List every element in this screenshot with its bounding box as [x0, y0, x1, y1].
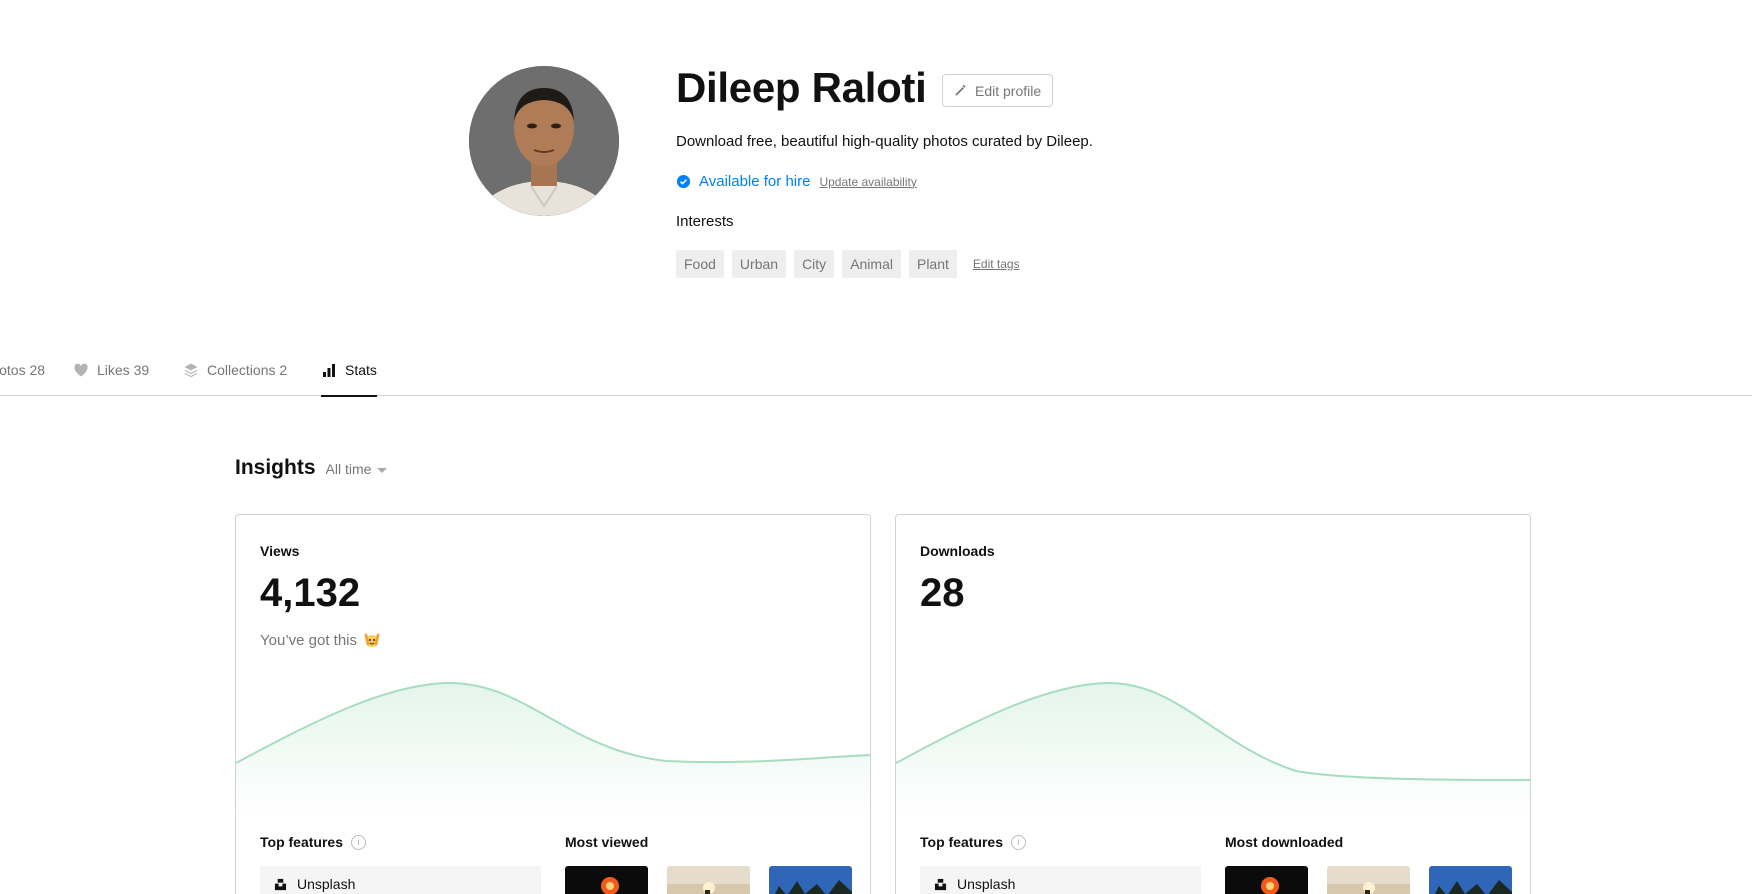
tab-likes-label: Likes 39	[97, 362, 150, 378]
update-availability-link[interactable]: Update availability	[819, 175, 916, 189]
downloads-trend-area	[896, 682, 1530, 815]
views-top-features-title: Top features i	[260, 834, 366, 850]
views-feature-label: Unsplash	[297, 876, 356, 892]
downloads-card: Downloads 28 Top features i Unsplash Mos…	[895, 514, 1531, 894]
thumbnail-sunset-figure[interactable]	[667, 866, 750, 894]
downloads-top-features-label: Top features	[920, 834, 1003, 850]
check-circle-icon	[676, 174, 691, 189]
views-note-text: You’ve got this	[260, 631, 358, 649]
thumbnail-sunset-figure[interactable]	[1327, 866, 1410, 894]
downloads-top-features-title: Top features i	[920, 834, 1026, 850]
info-icon[interactable]: i	[350, 834, 366, 850]
layers-icon	[184, 363, 198, 378]
tab-likes[interactable]: Likes 39	[73, 352, 149, 396]
bar-chart-icon	[323, 363, 335, 377]
views-feature-item[interactable]: Unsplash	[260, 866, 541, 894]
downloads-trend-chart	[896, 681, 1530, 815]
tab-photos[interactable]: Photos 28	[0, 352, 45, 396]
profile-tabs: Photos 28 Likes 39 Collections 2 Stats	[0, 352, 1752, 397]
tab-photos-label: Photos 28	[0, 362, 46, 378]
views-trend-chart	[236, 681, 870, 815]
most-downloaded-label: Most downloaded	[1225, 834, 1344, 850]
edit-tags-link[interactable]: Edit tags	[973, 257, 1020, 271]
tag-animal[interactable]: Animal	[842, 250, 901, 278]
time-range-label: All time	[325, 461, 372, 477]
hire-status: Available for hire Update availability	[676, 173, 917, 190]
hire-label: Available for hire	[699, 173, 811, 190]
unsplash-logo-icon	[934, 878, 947, 890]
profile-name: Dileep Raloti	[676, 64, 927, 111]
views-card: Views 4,132 You’ve got this Top features…	[235, 514, 871, 894]
raised-hands-emoji-icon	[364, 633, 380, 647]
edit-profile-label: Edit profile	[975, 82, 1042, 99]
views-value: 4,132	[260, 571, 361, 615]
unsplash-logo-icon	[274, 878, 287, 890]
views-note: You’ve got this	[260, 631, 381, 649]
views-top-features-label: Top features	[260, 834, 343, 850]
thumbnail-sun-dark[interactable]	[1225, 866, 1308, 894]
chevron-down-icon	[377, 467, 388, 473]
insights-header: Insights All time	[235, 456, 388, 480]
downloads-value: 28	[920, 571, 965, 615]
views-label: Views	[260, 543, 300, 559]
most-viewed-thumbnails	[565, 866, 852, 894]
tab-collections[interactable]: Collections 2	[183, 352, 287, 396]
most-viewed-title: Most viewed	[565, 834, 648, 850]
tab-stats-label: Stats	[345, 361, 377, 378]
thumbnail-blue-sky-tree[interactable]	[769, 866, 852, 894]
downloads-feature-item[interactable]: Unsplash	[920, 866, 1201, 894]
edit-profile-button[interactable]: Edit profile	[942, 74, 1054, 107]
tag-food[interactable]: Food	[676, 250, 724, 278]
thumbnail-sun-dark[interactable]	[565, 866, 648, 894]
interest-tags: Food Urban City Animal Plant Edit tags	[676, 250, 1020, 278]
tag-plant[interactable]: Plant	[908, 250, 957, 278]
info-icon[interactable]: i	[1010, 834, 1026, 850]
profile-bio: Download free, beautiful high-quality ph…	[676, 133, 1093, 150]
downloads-feature-label: Unsplash	[957, 876, 1016, 892]
most-viewed-label: Most viewed	[565, 834, 649, 850]
tab-collections-label: Collections 2	[207, 362, 288, 378]
heart-icon	[74, 363, 88, 377]
tab-stats[interactable]: Stats	[321, 352, 377, 397]
insights-title: Insights	[235, 456, 316, 479]
interests-heading: Interests	[676, 213, 734, 230]
tag-city[interactable]: City	[794, 250, 835, 278]
tag-urban[interactable]: Urban	[731, 250, 787, 278]
pencil-icon	[955, 84, 966, 96]
avatar	[469, 66, 619, 216]
most-downloaded-thumbnails	[1225, 866, 1512, 894]
downloads-label: Downloads	[920, 543, 995, 559]
views-trend-area	[236, 682, 870, 815]
thumbnail-blue-sky-tree[interactable]	[1429, 866, 1512, 894]
most-downloaded-title: Most downloaded	[1225, 834, 1343, 850]
time-range-dropdown[interactable]: All time	[326, 461, 388, 477]
